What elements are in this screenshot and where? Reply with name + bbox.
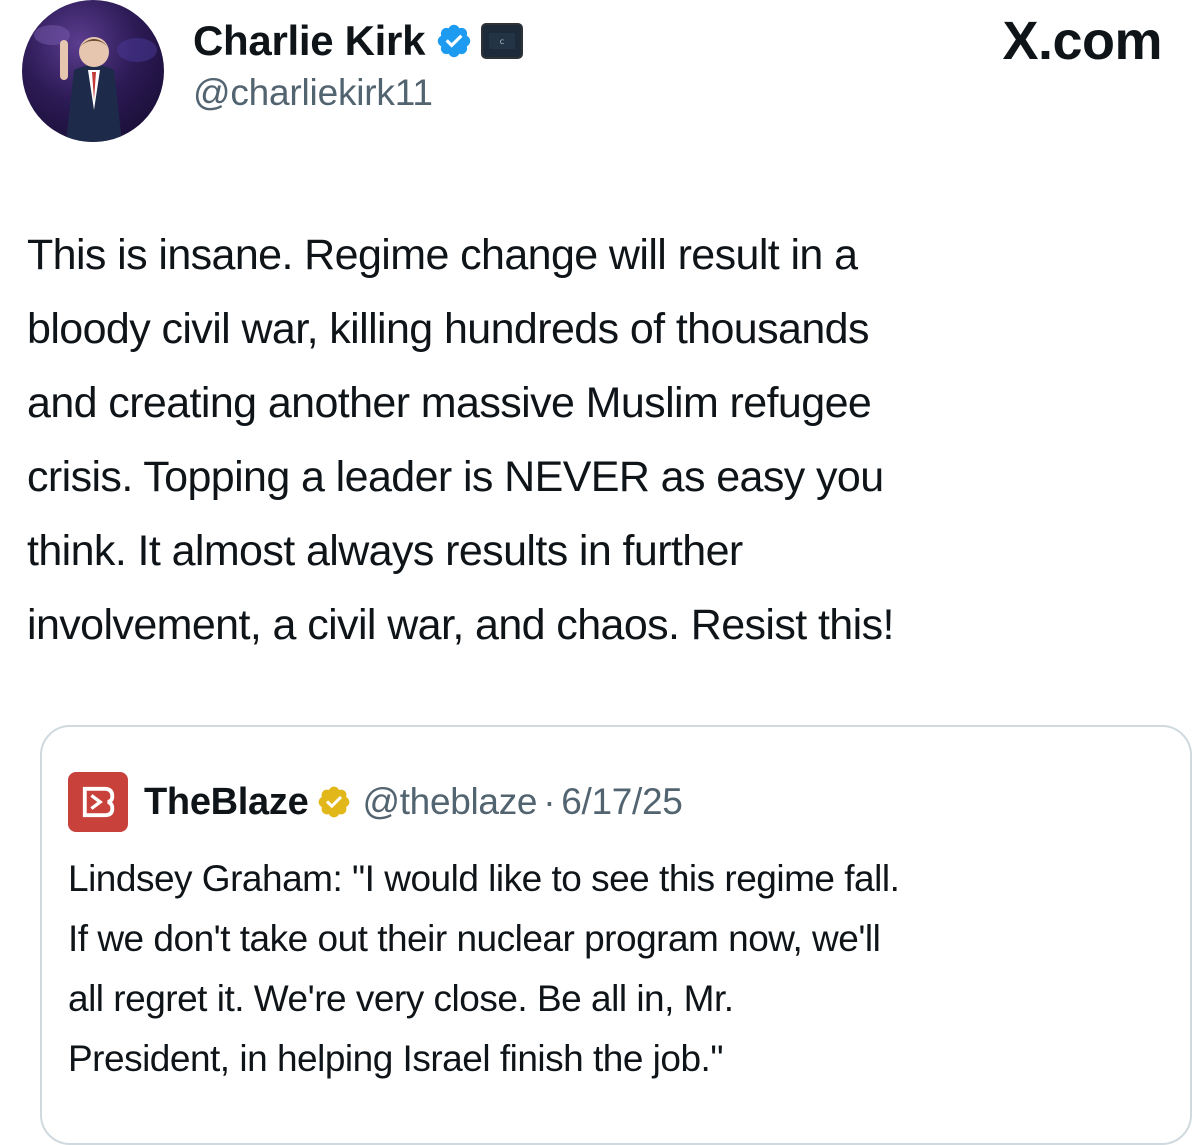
quoted-date[interactable]: 6/17/25 [561,781,683,823]
quoted-tweet-header: TheBlaze @theblaze · 6/17/25 [68,772,683,832]
gold-verified-badge-icon[interactable] [316,784,352,820]
author-display-name[interactable]: Charlie Kirk [193,17,425,65]
quoted-handle[interactable]: @theblaze [362,781,537,823]
author-avatar[interactable] [22,0,164,142]
quoted-separator: · [543,781,556,822]
theblaze-logo-icon [68,772,128,832]
author-name-row: Charlie Kirk C [193,14,524,68]
affiliate-badge-icon[interactable]: C [481,23,524,59]
author-handle[interactable]: @charliekirk11 [193,72,433,114]
tweet-text: This is insane. Regime change will resul… [27,231,894,649]
svg-text:C: C [500,39,504,46]
quoted-tweet-text: Lindsey Graham: "I would like to see thi… [68,858,900,1079]
quoted-tweet-card[interactable]: TheBlaze @theblaze · 6/17/25 Lindsey Gra… [40,725,1192,1145]
site-label: X.com [1002,11,1162,71]
tweet-card: Charlie Kirk C @charliekirk11 X.com This… [0,0,1200,1145]
quoted-display-name[interactable]: TheBlaze [144,781,309,824]
avatar-photo [34,25,157,142]
blue-verified-badge-icon[interactable] [435,22,473,60]
